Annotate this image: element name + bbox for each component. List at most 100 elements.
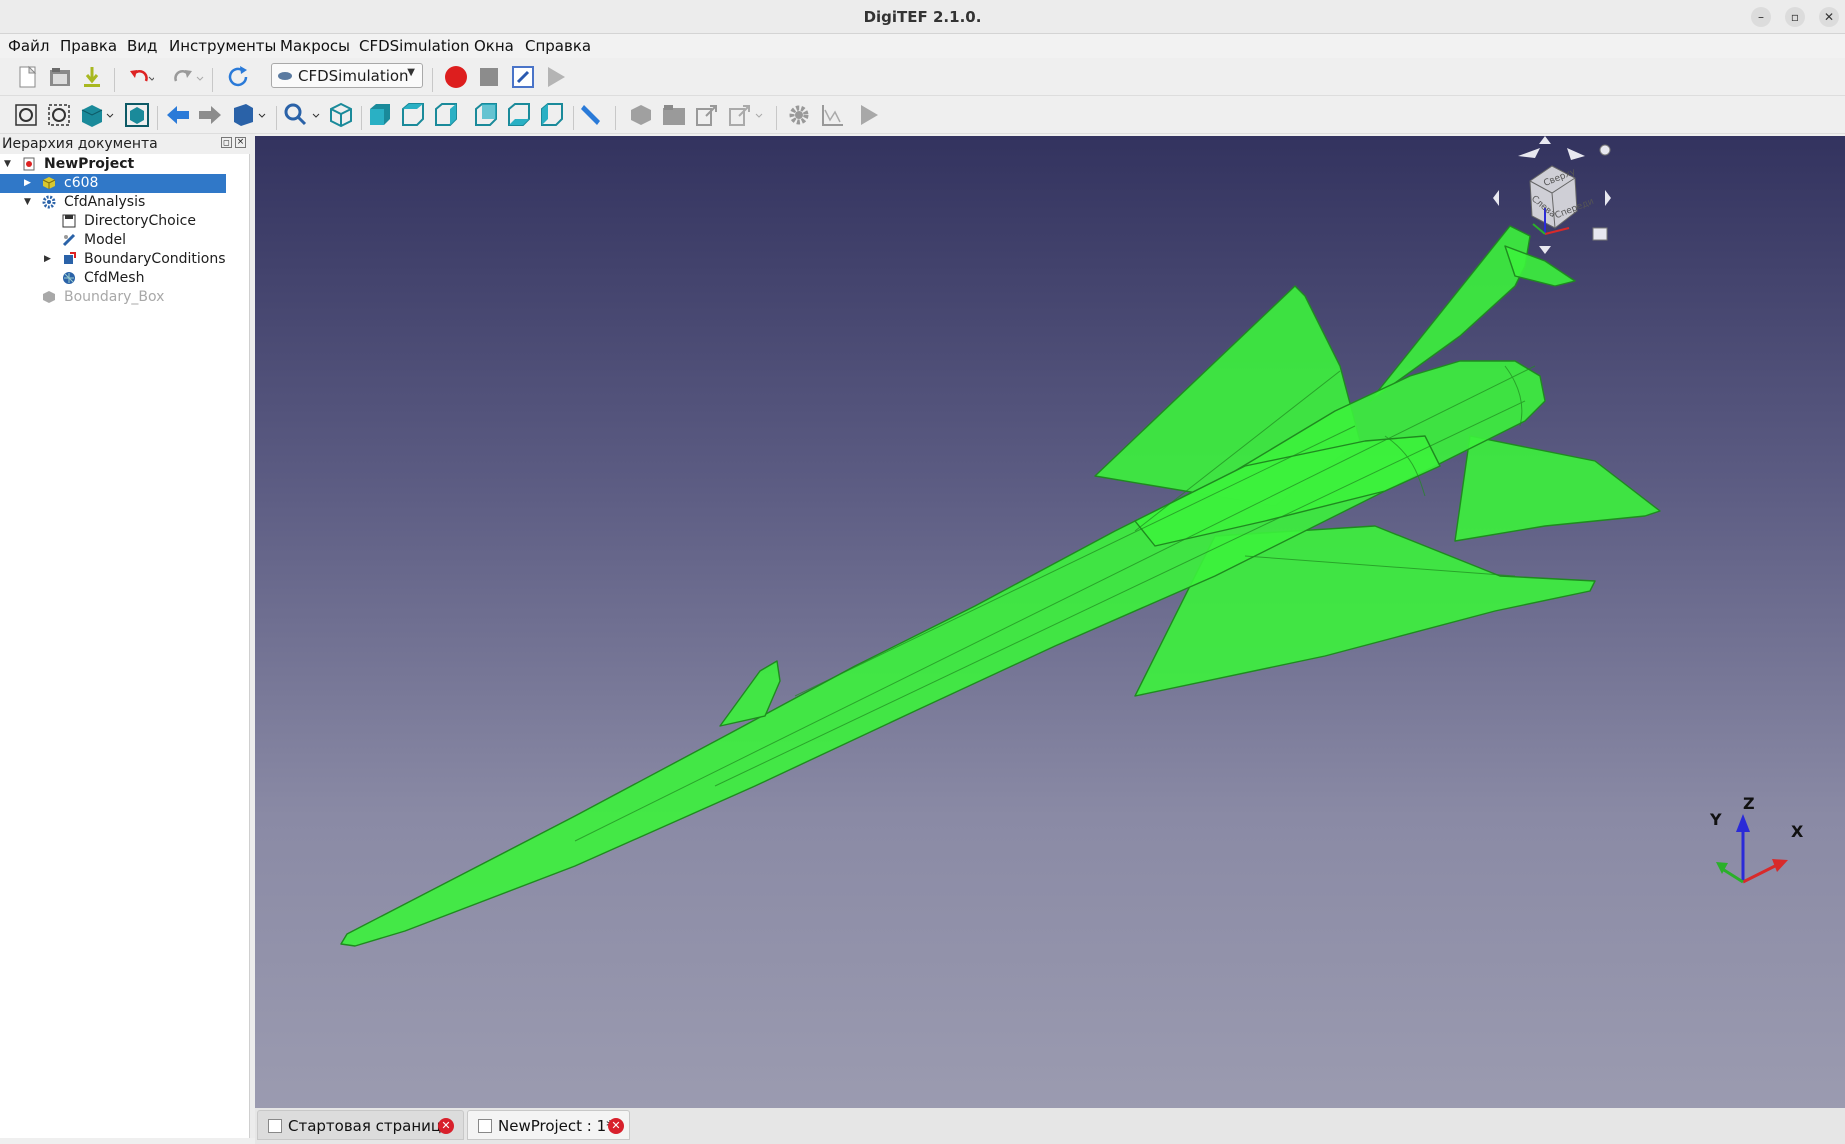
tree-item-boundary-box[interactable]: Boundary_Box	[0, 288, 226, 307]
menu-view[interactable]: Вид	[127, 37, 157, 55]
menu-windows[interactable]: Окна	[474, 37, 514, 55]
view-rear-icon[interactable]	[473, 102, 499, 128]
open-folder-icon[interactable]	[48, 65, 72, 89]
residuals-plot-icon[interactable]	[820, 102, 846, 128]
tree-item-label: CfdMesh	[84, 270, 145, 286]
std-view-menu-icon[interactable]	[231, 102, 269, 128]
menu-bar: Файл Правка Вид Инструменты Макросы CFDS…	[0, 34, 1845, 58]
fit-all-icon[interactable]	[14, 103, 38, 127]
redo-icon[interactable]	[172, 65, 204, 89]
box-icon	[43, 291, 55, 303]
window-title: DigiTEF 2.1.0.	[863, 8, 982, 26]
refresh-icon[interactable]	[226, 64, 252, 90]
close-panel-icon[interactable]: ×	[235, 137, 246, 148]
chevron-right-icon[interactable]: ▶	[44, 250, 54, 269]
tab-label: Стартовая страница	[288, 1117, 451, 1135]
close-tab-icon[interactable]: ✕	[608, 1118, 624, 1134]
boundary-icon	[64, 252, 76, 264]
chevron-right-icon[interactable]: ▶	[24, 174, 34, 193]
menu-macros[interactable]: Макросы	[280, 37, 350, 55]
document-tabs: Стартовая страница ✕ NewProject : 1* ✕	[255, 1108, 1845, 1144]
view-right-icon[interactable]	[433, 102, 459, 128]
minimize-button[interactable]: –	[1751, 7, 1771, 27]
tab-label: NewProject : 1*	[498, 1117, 614, 1135]
page-icon	[478, 1119, 492, 1133]
tree-item-cfdanalysis[interactable]: ▼ CfdAnalysis	[0, 193, 226, 212]
view-top-icon[interactable]	[400, 102, 426, 128]
navigation-cube[interactable]: Сверху Спереди Слева	[1485, 136, 1615, 256]
chevron-down-icon[interactable]: ▼	[4, 155, 14, 174]
record-macro-icon[interactable]	[443, 64, 469, 90]
close-window-button[interactable]: ✕	[1819, 7, 1839, 27]
axis-x-label: X	[1791, 822, 1804, 841]
navcube-icon[interactable]	[1485, 136, 1615, 256]
tree-panel-header: Иерархия документа ◻ ×	[0, 134, 250, 154]
menu-tools[interactable]: Инструменты	[169, 37, 276, 55]
link-actions-icon[interactable]	[727, 102, 767, 128]
link-icon[interactable]	[694, 102, 720, 128]
workbench-selector[interactable]: CFDSimulation ▼	[271, 63, 423, 88]
tree-item-label: BoundaryConditions	[84, 251, 226, 267]
tree-item-label: CfdAnalysis	[64, 194, 146, 210]
settings-gear-icon[interactable]	[786, 102, 812, 128]
view-toolbar	[0, 96, 1845, 134]
measure-icon[interactable]	[579, 102, 605, 128]
edit-macro-icon[interactable]	[510, 64, 536, 90]
tree-panel-title: Иерархия документа	[2, 136, 158, 152]
tree-item-c608[interactable]: ▶ c608	[0, 174, 226, 193]
page-icon	[268, 1119, 282, 1133]
undo-icon[interactable]	[126, 65, 154, 89]
fit-selection-icon[interactable]	[47, 103, 71, 127]
tree-item-model[interactable]: Model	[0, 231, 226, 250]
chevron-down-icon[interactable]: ▼	[24, 193, 34, 212]
tree-item-directorychoice[interactable]: DirectoryChoice	[0, 212, 226, 231]
close-tab-icon[interactable]: ✕	[438, 1118, 454, 1134]
new-document-icon[interactable]	[16, 65, 40, 89]
part-gray-icon[interactable]	[628, 102, 654, 128]
group-folder-icon[interactable]	[661, 102, 687, 128]
chevron-down-icon: ▼	[407, 67, 415, 78]
title-bar: DigiTEF 2.1.0. – ▫ ✕	[0, 0, 1845, 34]
tree-item-label: DirectoryChoice	[84, 213, 196, 229]
view-left-icon[interactable]	[539, 102, 565, 128]
axis-y-label: Y	[1710, 810, 1722, 829]
arrow-left-icon[interactable]	[165, 103, 191, 127]
tree-item-boundaryconditions[interactable]: ▶ BoundaryConditions	[0, 250, 226, 269]
tree-item-newproject[interactable]: ▼ NewProject	[0, 155, 226, 174]
tree-item-label: Model	[84, 232, 127, 248]
view-isometric-icon[interactable]	[328, 102, 354, 128]
mesh-icon	[63, 272, 75, 284]
view-front-icon[interactable]	[367, 102, 393, 128]
aircraft-model[interactable]	[255, 136, 1845, 1108]
run-solver-icon[interactable]	[856, 102, 882, 128]
stop-macro-icon[interactable]	[476, 64, 502, 90]
view-bottom-icon[interactable]	[506, 102, 532, 128]
workbench-label: CFDSimulation	[298, 67, 409, 85]
tree-item-label: NewProject	[44, 156, 135, 172]
draw-style-icon[interactable]	[80, 102, 116, 128]
maximize-button[interactable]: ▫	[1785, 7, 1805, 27]
zoom-icon[interactable]	[283, 102, 323, 128]
axis-triad: Z X Y	[1710, 794, 1820, 904]
menu-file[interactable]: Файл	[8, 37, 49, 55]
bounding-box-icon[interactable]	[124, 102, 150, 128]
run-macro-icon[interactable]	[543, 64, 569, 90]
axes-icon	[1716, 814, 1788, 884]
tab-newproject[interactable]: NewProject : 1* ✕	[467, 1110, 630, 1140]
tree-item-label: c608	[64, 175, 99, 191]
3d-viewport[interactable]: Сверху Спереди Слева Z X Y	[255, 136, 1845, 1108]
axis-z-label: Z	[1743, 794, 1755, 813]
float-panel-icon[interactable]: ◻	[221, 137, 232, 148]
model-icon	[62, 233, 76, 247]
main-toolbar: CFDSimulation ▼	[0, 58, 1845, 96]
tree-item-cfdmesh[interactable]: CfdMesh	[0, 269, 226, 288]
part-icon	[42, 177, 56, 189]
analysis-icon	[42, 195, 56, 209]
tab-start-page[interactable]: Стартовая страница ✕	[257, 1110, 464, 1140]
app-window: DigiTEF 2.1.0. – ▫ ✕ Файл Правка Вид Инс…	[0, 0, 1845, 1144]
save-icon[interactable]	[80, 65, 104, 89]
menu-cfdsimulation[interactable]: CFDSimulation	[359, 37, 470, 55]
arrow-right-icon[interactable]	[197, 103, 223, 127]
menu-help[interactable]: Справка	[525, 37, 591, 55]
menu-edit[interactable]: Правка	[60, 37, 117, 55]
